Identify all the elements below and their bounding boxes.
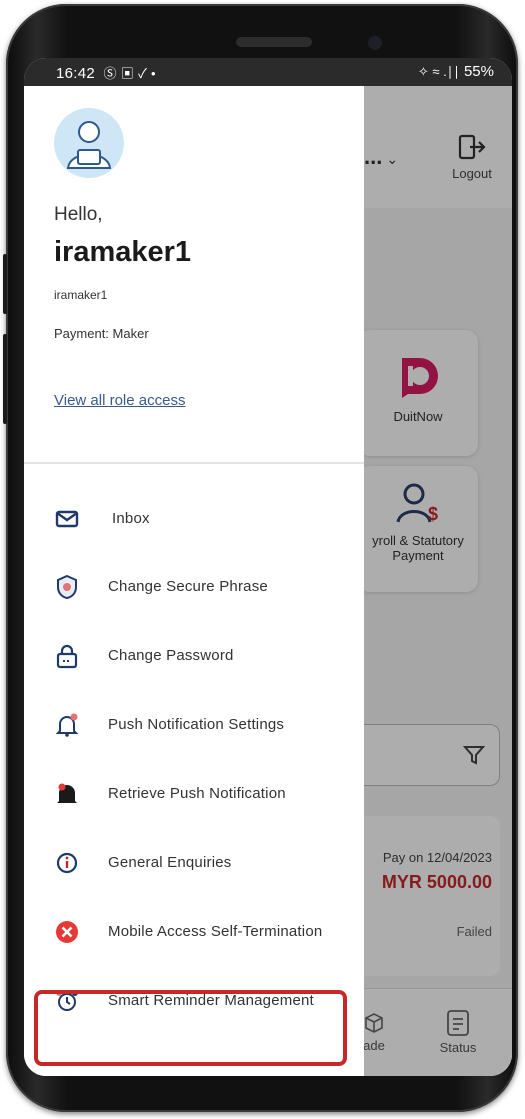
menu-item-general-enquiries[interactable]: General Enquiries [24,834,364,894]
menu-label: Inbox [112,510,150,527]
front-camera [368,36,382,50]
menu-item-retrieve-push-notification[interactable]: Retrieve Push Notification [24,765,364,825]
username-heading: iramaker1 [54,236,192,268]
menu-label: Mobile Access Self-Termination [108,923,323,940]
status-bar: 16:42 Ⓢ ▣ ✓ • ✧ ≈ .∣∣ 55% [24,58,512,86]
view-all-roles-link[interactable]: View all role access [54,392,185,409]
phone-frame: 16:42 Ⓢ ▣ ✓ • ✧ ≈ .∣∣ 55% ... ⌄ Logout D… [3,4,518,1112]
highlight-box [34,990,347,1066]
user-id: iramaker1 [54,288,108,302]
screen: 16:42 Ⓢ ▣ ✓ • ✧ ≈ .∣∣ 55% ... ⌄ Logout D… [24,58,512,1076]
divider [24,462,364,464]
battery-level: 55% [463,63,494,80]
volume-button [3,254,7,314]
greeting: Hello, [54,204,103,225]
navigation-drawer: Hello, iramaker1 iramaker1 Payment: Make… [24,86,364,1076]
volume-button [3,334,7,424]
menu-item-inbox[interactable]: Inbox [24,490,364,550]
menu-item-mobile-access-self-termination[interactable]: Mobile Access Self-Termination [24,903,364,963]
user-avatar-icon [66,121,112,169]
avatar [54,108,124,178]
speaker-grille [236,37,312,47]
menu-label: Change Secure Phrase [108,578,268,595]
info-icon [56,852,78,874]
status-left: 16:42 Ⓢ ▣ ✓ • [56,63,156,82]
menu-label: General Enquiries [108,854,232,871]
bell-settings-icon [55,713,79,737]
status-right: ✧ ≈ .∣∣ 55% [418,63,494,80]
mail-icon [55,510,79,528]
notification-icons: Ⓢ ▣ ✓ • [103,66,156,81]
shield-icon [57,574,77,600]
menu-item-change-password[interactable]: Change Password [24,627,364,687]
bell-retrieve-icon [57,783,77,803]
status-time: 16:42 [56,65,96,82]
menu-item-change-secure-phrase[interactable]: Change Secure Phrase [24,558,364,618]
menu-label: Retrieve Push Notification [108,785,286,802]
user-role: Payment: Maker [54,326,149,341]
menu-item-push-notification-settings[interactable]: Push Notification Settings [24,696,364,756]
close-circle-icon [56,921,78,943]
menu-label: Change Password [108,647,234,664]
signal-icons: ✧ ≈ .∣∣ [417,64,460,79]
lock-icon [56,644,78,669]
menu-label: Push Notification Settings [108,716,285,733]
